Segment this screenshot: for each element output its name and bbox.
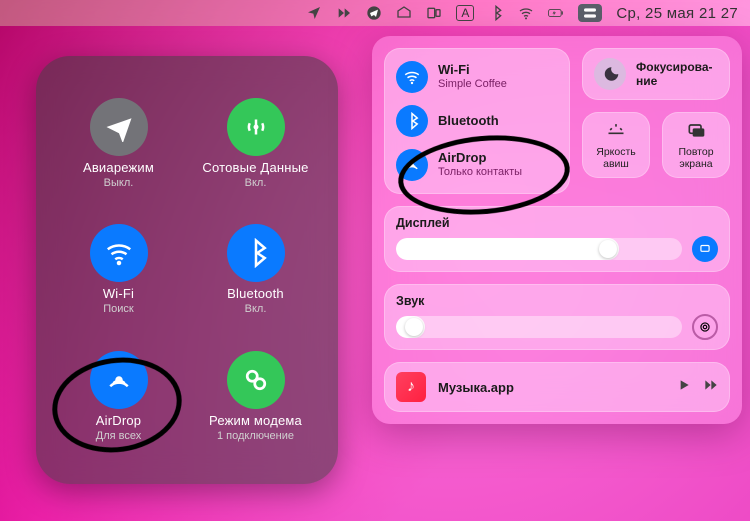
airdrop-sub: Для всех	[96, 430, 141, 442]
language-indicator[interactable]: A	[456, 5, 474, 21]
cc-bluetooth-row[interactable]: Bluetooth	[396, 102, 558, 140]
telegram-icon[interactable]	[366, 5, 382, 21]
control-center-panel: Wi-FiSimple Coffee Bluetooth AirDropТоль…	[372, 36, 742, 424]
music-app-icon: ♪	[396, 372, 426, 402]
sound-card: Звук	[384, 284, 730, 350]
wifi-menubar-icon[interactable]	[518, 5, 534, 21]
display-expand-button[interactable]	[692, 236, 718, 262]
screen-mirroring-button[interactable]: Повтор экрана	[662, 112, 730, 178]
airplane-title: Авиарежим	[83, 160, 154, 175]
bluetooth-icon	[227, 224, 285, 282]
airdrop-title: AirDrop	[96, 413, 141, 428]
airdrop-icon	[396, 149, 428, 181]
focus-label: Фокусирова- ние	[636, 60, 713, 88]
connectivity-card: Wi-FiSimple Coffee Bluetooth AirDropТоль…	[384, 48, 570, 194]
keyboard-brightness-icon	[606, 120, 626, 140]
play-icon[interactable]	[676, 377, 692, 398]
wifi-icon	[90, 224, 148, 282]
wifi-sub: Поиск	[103, 303, 133, 315]
cc-wifi-sub: Simple Coffee	[438, 78, 507, 91]
cc-airdrop-sub: Только контакты	[438, 166, 522, 179]
keyboard-brightness-label: Яркость авиш	[596, 146, 636, 170]
sound-label: Звук	[396, 294, 718, 308]
cc-airdrop-row[interactable]: AirDropТолько контакты	[396, 146, 558, 184]
airplane-icon	[90, 98, 148, 156]
bluetooth-title: Bluetooth	[227, 286, 284, 301]
airplay-audio-button[interactable]	[692, 314, 718, 340]
airdrop-icon	[90, 351, 148, 409]
music-title: Музыка.app	[438, 380, 664, 395]
bluetooth-sub: Вкл.	[245, 303, 267, 315]
ios-connectivity-panel: Авиарежим Выкл. Сотовые Данные Вкл. Wi-F…	[36, 56, 338, 484]
cc-airdrop-title: AirDrop	[438, 151, 522, 166]
control-center-menubar-icon[interactable]	[578, 4, 602, 22]
display-card: Дисплей	[384, 206, 730, 272]
screen-mirroring-label: Повтор экрана	[678, 146, 713, 170]
bluetooth-toggle[interactable]: Bluetooth Вкл.	[189, 209, 322, 332]
music-card[interactable]: ♪ Музыка.app	[384, 362, 730, 412]
keyboard-brightness-button[interactable]: Яркость авиш	[582, 112, 650, 178]
cellular-sub: Вкл.	[245, 177, 267, 189]
screen-mirroring-icon	[686, 120, 706, 140]
bluetooth-icon	[396, 105, 428, 137]
cellular-data-toggle[interactable]: Сотовые Данные Вкл.	[189, 82, 322, 205]
inbox-icon[interactable]	[396, 5, 412, 21]
wifi-icon	[396, 61, 428, 93]
cc-wifi-row[interactable]: Wi-FiSimple Coffee	[396, 58, 558, 96]
next-track-icon[interactable]	[702, 377, 718, 398]
focus-card[interactable]: Фокусирова- ние	[582, 48, 730, 100]
wifi-toggle[interactable]: Wi-Fi Поиск	[52, 209, 185, 332]
display-slider[interactable]	[396, 238, 682, 260]
hotspot-title: Режим модема	[209, 413, 302, 428]
airdrop-toggle[interactable]: AirDrop Для всех	[52, 335, 185, 458]
cellular-title: Сотовые Данные	[202, 160, 308, 175]
hotspot-toggle[interactable]: Режим модема 1 подключение	[189, 335, 322, 458]
sound-slider[interactable]	[396, 316, 682, 338]
hotspot-icon	[227, 351, 285, 409]
moon-icon	[594, 58, 626, 90]
cc-bluetooth-title: Bluetooth	[438, 114, 499, 129]
menubar-datetime[interactable]: Ср, 25 мая 21 27	[616, 5, 738, 22]
airplane-sub: Выкл.	[104, 177, 134, 189]
cc-wifi-title: Wi-Fi	[438, 63, 507, 78]
display-label: Дисплей	[396, 216, 718, 230]
sidecar-icon[interactable]	[426, 5, 442, 21]
bluetooth-menubar-icon[interactable]	[488, 5, 504, 21]
battery-icon[interactable]	[548, 5, 564, 21]
menu-bar: A Ср, 25 мая 21 27	[0, 0, 750, 26]
hotspot-sub: 1 подключение	[217, 430, 294, 442]
fastforward-icon[interactable]	[336, 5, 352, 21]
location-icon[interactable]	[306, 5, 322, 21]
wifi-title: Wi-Fi	[103, 286, 134, 301]
cellular-icon	[227, 98, 285, 156]
airplane-mode-toggle[interactable]: Авиарежим Выкл.	[52, 82, 185, 205]
